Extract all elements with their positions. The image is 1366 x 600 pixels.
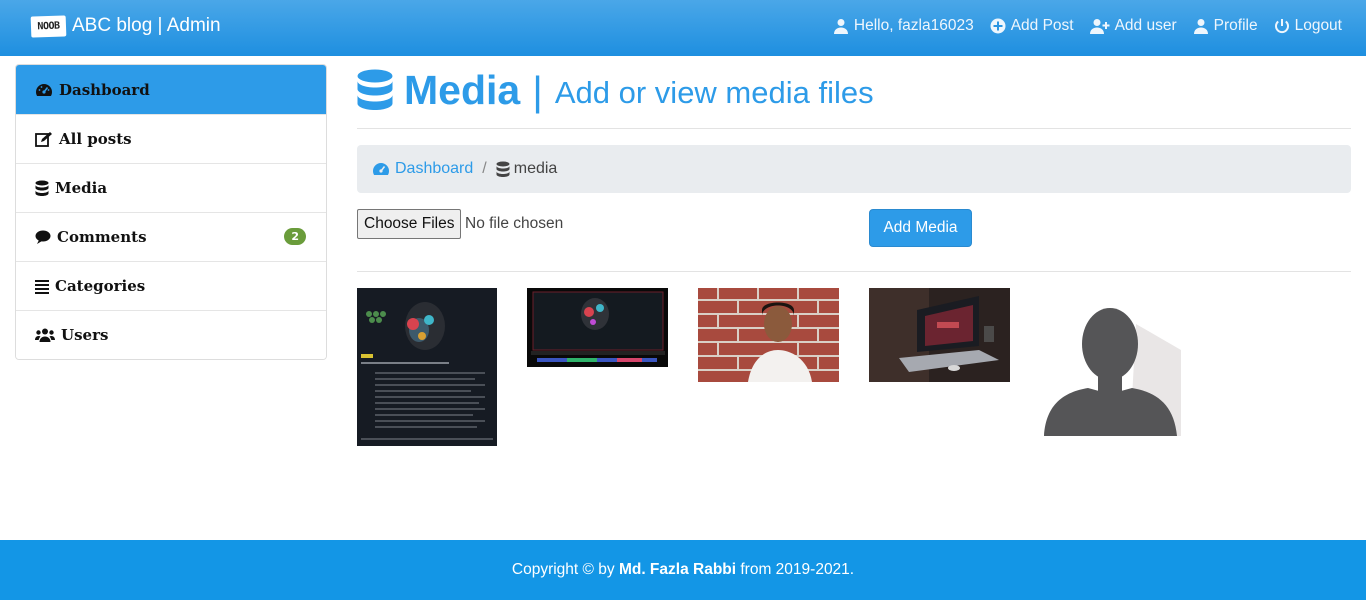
brand-title[interactable]: ABC blog | Admin	[72, 15, 221, 37]
top-navbar: NOOB ABC blog | Admin Hello, fazla16023 …	[0, 0, 1366, 56]
tachometer-icon	[373, 163, 389, 175]
sidebar-item-users[interactable]: Users	[16, 310, 326, 359]
media-thumbnail-person[interactable]	[698, 288, 839, 382]
add-user-link[interactable]: Add user	[1089, 17, 1177, 35]
breadcrumb: Dashboard / media	[357, 145, 1351, 193]
sidebar-item-dashboard[interactable]: Dashboard	[16, 65, 326, 114]
logout-label: Logout	[1294, 17, 1342, 34]
add-user-label: Add user	[1114, 17, 1177, 34]
sidebar-item-label: All posts	[59, 130, 132, 148]
sidebar-item-label: Dashboard	[59, 80, 150, 99]
thumbnail-image	[1040, 288, 1181, 436]
footer-copyright-prefix: Copyright © by	[511, 561, 619, 578]
add-post-link[interactable]: Add Post	[990, 17, 1074, 35]
user-icon	[833, 19, 848, 34]
sidebar-item-media[interactable]: Media	[16, 163, 326, 212]
profile-link[interactable]: Profile	[1193, 17, 1258, 35]
media-thumbnail-astronaut[interactable]	[527, 288, 668, 367]
thumbnail-image	[698, 288, 839, 382]
sidebar-item-comments[interactable]: Comments 2	[16, 212, 326, 261]
power-icon	[1274, 19, 1289, 34]
sidebar-item-label: Categories	[55, 277, 146, 295]
user-plus-icon	[1089, 19, 1110, 34]
breadcrumb-separator: /	[482, 160, 487, 177]
breadcrumb-current: media	[496, 160, 558, 178]
database-icon	[496, 161, 510, 177]
profile-label: Profile	[1213, 17, 1258, 34]
database-icon	[357, 69, 393, 110]
file-status-text: No file chosen	[465, 215, 564, 232]
footer-author: Md. Fazla Rabbi	[618, 561, 737, 578]
comment-icon	[35, 230, 51, 244]
media-thumbnail-laptop[interactable]	[869, 288, 1010, 382]
title-separator: |	[532, 68, 543, 114]
media-thumbnail-avatar[interactable]	[1040, 288, 1181, 436]
users-icon	[35, 328, 55, 342]
breadcrumb-dashboard-link[interactable]: Dashboard	[372, 160, 473, 178]
database-icon	[35, 180, 49, 196]
page-header: Media | Add or view media files	[357, 68, 1351, 129]
tachometer-icon	[36, 83, 52, 96]
thumbnail-image	[357, 288, 497, 446]
brand[interactable]: NOOB ABC blog | Admin	[30, 14, 221, 38]
sidebar-item-categories[interactable]: Categories	[16, 261, 326, 310]
page-subtitle: Add or view media files	[554, 75, 874, 110]
media-thumbnail-screenshot[interactable]	[357, 288, 497, 446]
footer-copyright-suffix: from 2019-2021.	[736, 561, 855, 578]
choose-files-button[interactable]: Choose Files	[357, 209, 462, 239]
add-media-button[interactable]: Add Media	[869, 209, 972, 247]
footer: Copyright © by Md. Fazla Rabbi from 2019…	[0, 540, 1366, 600]
list-icon	[35, 280, 49, 294]
nav-links: Hello, fazla16023 Add Post Add user Prof…	[833, 17, 1342, 35]
thumbnail-image	[869, 288, 1010, 382]
user-icon	[1193, 19, 1208, 34]
edit-icon	[35, 132, 52, 147]
thumbnail-image	[527, 288, 668, 367]
sidebar: Dashboard All posts Media Comments 2 Cat…	[15, 64, 327, 360]
user-greeting[interactable]: Hello, fazla16023	[833, 17, 974, 35]
plus-circle-icon	[990, 18, 1006, 34]
sidebar-item-label: Media	[55, 179, 108, 197]
divider	[357, 271, 1351, 272]
breadcrumb-current-label: media	[513, 160, 558, 177]
add-post-label: Add Post	[1010, 17, 1074, 34]
brand-logo: NOOB	[30, 14, 67, 38]
page-title: Media	[404, 67, 521, 113]
sidebar-item-label: Comments	[57, 228, 147, 246]
sidebar-item-label: Users	[61, 326, 109, 344]
breadcrumb-dashboard-label: Dashboard	[395, 160, 474, 177]
greeting-label: Hello, fazla16023	[853, 17, 974, 34]
sidebar-item-all-posts[interactable]: All posts	[16, 114, 326, 163]
comments-count-badge: 2	[284, 228, 306, 245]
logout-link[interactable]: Logout	[1274, 17, 1342, 35]
